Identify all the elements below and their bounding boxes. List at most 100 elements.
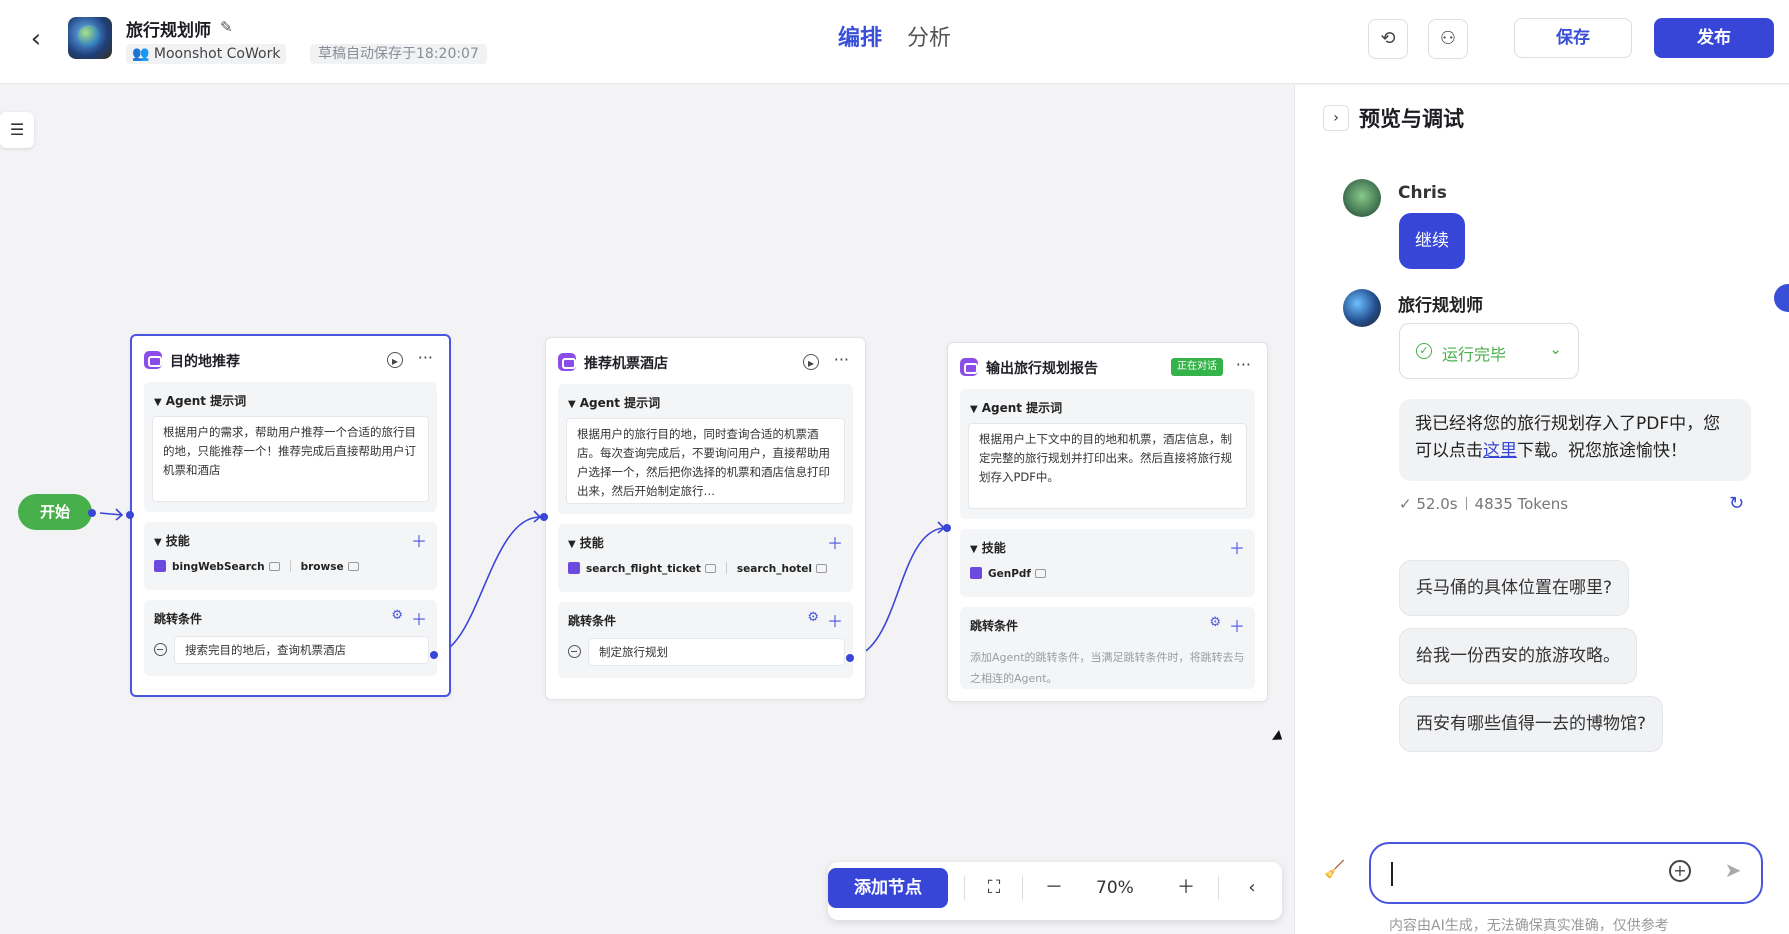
suggestion-chip[interactable]: 给我一份西安的旅游攻略。 [1399, 628, 1637, 684]
add-condition-button[interactable]: ＋ [411, 606, 427, 630]
node2-input-port[interactable] [540, 513, 548, 521]
remove-condition-icon[interactable] [568, 645, 581, 658]
more-icon[interactable]: ··· [834, 350, 849, 369]
edge-start-node1 [99, 512, 123, 516]
autosave-status: 草稿自动保存于18:20:07 [310, 44, 487, 64]
skills-section: ▼ 技能 ＋ GenPdf [960, 529, 1255, 597]
skills-section-title[interactable]: ▼ 技能 [970, 539, 1006, 556]
add-node-button[interactable]: 添加节点 [828, 868, 948, 908]
tab-analysis[interactable]: 分析 [907, 20, 951, 52]
skills-section-title[interactable]: ▼ 技能 [568, 534, 604, 551]
bot-message: 我已经将您的旅行规划存入了PDF中，您可以点击这里下载。祝您旅途愉快！ [1399, 399, 1751, 481]
publish-button[interactable]: 发布 [1654, 18, 1774, 58]
start-output-port[interactable] [88, 509, 96, 517]
add-condition-button[interactable]: ＋ [1229, 613, 1245, 637]
fit-view-button[interactable]: ⛶ [980, 874, 1008, 902]
prompt-section-title[interactable]: ▼ Agent 提示词 [154, 392, 246, 409]
skill-item[interactable]: search_flight_ticket [586, 563, 701, 575]
node1-output-port[interactable] [430, 651, 438, 659]
workspace-name: Moonshot CoWork [153, 46, 281, 62]
play-icon[interactable]: ▸ [803, 354, 819, 370]
collaborators-button[interactable]: ⚇ [1428, 19, 1468, 59]
collapse-icon: ‹ [1248, 877, 1256, 898]
download-link[interactable]: 这里 [1483, 441, 1517, 461]
node2-output-port[interactable] [846, 654, 854, 662]
prompt-section: ▼ Agent 提示词 根据用户上下文中的目的地和机票，酒店信息，制定完整的旅行规… [960, 389, 1255, 519]
node-header: 输出旅行规划报告 正在对话 ··· [960, 355, 1255, 379]
skill-item[interactable]: bingWebSearch [172, 561, 265, 573]
edit-icon[interactable]: ✎ [220, 18, 238, 36]
remove-condition-icon[interactable] [154, 643, 167, 656]
plus-icon: ＋ [1177, 877, 1195, 898]
skill-item[interactable]: browse [301, 561, 344, 573]
send-icon[interactable]: ➤ [1721, 858, 1745, 882]
more-icon[interactable]: ··· [418, 348, 433, 367]
skills-label: 技能 [165, 534, 190, 548]
add-condition-button[interactable]: ＋ [827, 608, 843, 632]
gear-icon[interactable]: ⚙ [1209, 615, 1221, 630]
tag-icon [815, 564, 827, 573]
edge-node1-node2 [435, 516, 541, 656]
bot-message-text: 下载。祝您旅途愉快！ [1517, 441, 1687, 461]
chevron-down-icon: ▼ [154, 537, 162, 548]
workflow-canvas[interactable]: ☰ 开始 目的地推荐 ▸ ··· ▼ Agent 提示词 根据用户的需求，帮助用户… [0, 85, 1294, 934]
agent-node-report[interactable]: 输出旅行规划报告 正在对话 ··· ▼ Agent 提示词 根据用户上下文中的目的… [947, 342, 1268, 702]
add-skill-button[interactable]: ＋ [1229, 535, 1245, 559]
run-status-label: 运行完毕 [1442, 345, 1507, 364]
fit-view-icon: ⛶ [987, 877, 1001, 898]
condition-input[interactable]: 搜索完目的地后，查询机票酒店 [174, 636, 429, 664]
suggestion-chip[interactable]: 西安有哪些值得一去的博物馆? [1399, 696, 1664, 752]
token-count: 4835 Tokens [1474, 495, 1569, 513]
zoom-out-button[interactable]: － [1040, 874, 1068, 902]
history-button[interactable]: ⟲ [1368, 19, 1408, 59]
skill-item[interactable]: search_hotel [737, 563, 812, 575]
divider [1465, 497, 1467, 510]
play-icon[interactable]: ▸ [387, 352, 403, 368]
skill-list: search_flight_ticket search_hotel [568, 562, 835, 575]
gear-icon[interactable]: ⚙ [391, 608, 403, 623]
collapse-button[interactable]: ‹ [1238, 874, 1266, 902]
tag-icon [704, 564, 716, 573]
run-status-dropdown[interactable]: ✓ 运行完毕 ⌄ [1399, 323, 1579, 379]
node3-input-port[interactable] [943, 524, 951, 532]
save-button[interactable]: 保存 [1514, 18, 1632, 58]
add-skill-button[interactable]: ＋ [411, 528, 427, 552]
tag-icon [268, 562, 280, 571]
prompt-section-title[interactable]: ▼ Agent 提示词 [970, 399, 1062, 416]
prompt-section-title[interactable]: ▼ Agent 提示词 [568, 394, 660, 411]
prompt-section: ▼ Agent 提示词 根据用户的需求，帮助用户推荐一个合适的旅行目的地，只能推荐… [144, 382, 437, 512]
skills-label: 技能 [579, 536, 604, 550]
chat-input[interactable]: + ➤ [1369, 842, 1763, 904]
prompt-text[interactable]: 根据用户的需求，帮助用户推荐一个合适的旅行目的地，只能推荐一个！推荐完成后直接帮… [152, 416, 429, 502]
gear-icon[interactable]: ⚙ [807, 610, 819, 625]
start-node[interactable]: 开始 [18, 494, 92, 530]
node1-input-port[interactable] [126, 511, 134, 519]
skills-section-title[interactable]: ▼ 技能 [154, 532, 190, 549]
node-list-toggle[interactable]: ☰ [0, 112, 34, 148]
collapse-panel-button[interactable]: › [1323, 105, 1349, 131]
add-skill-button[interactable]: ＋ [827, 530, 843, 554]
chevron-left-icon: ‹ [30, 24, 42, 54]
node-title: 目的地推荐 [170, 354, 240, 370]
users-icon: 👥 [132, 46, 150, 62]
regenerate-icon[interactable]: ↻ [1729, 493, 1744, 514]
list-icon: ☰ [9, 120, 25, 139]
back-button[interactable]: ‹ [24, 24, 48, 54]
prompt-text[interactable]: 根据用户的旅行目的地，同时查询合适的机票酒店。每次查询完成后，不要询问用户，直接… [566, 418, 845, 504]
prompt-label: Agent 提示词 [981, 401, 1063, 415]
divider [964, 876, 965, 900]
more-icon[interactable]: ··· [1236, 355, 1251, 374]
agent-node-destination[interactable]: 目的地推荐 ▸ ··· ▼ Agent 提示词 根据用户的需求，帮助用户推荐一个合… [130, 334, 451, 697]
workspace-badge: 👥 Moonshot CoWork [126, 44, 287, 64]
tab-orchestrate[interactable]: 编排 [838, 20, 882, 52]
skills-section: ▼ 技能 ＋ bingWebSearch browse [144, 522, 437, 590]
prompt-text[interactable]: 根据用户上下文中的目的地和机票，酒店信息，制定完整的旅行规划并打印出来。然后直接… [968, 423, 1247, 509]
zoom-in-button[interactable]: ＋ [1172, 874, 1200, 902]
attach-plus-icon[interactable]: + [1669, 860, 1691, 882]
skill-item[interactable]: GenPdf [988, 568, 1031, 580]
clear-history-button[interactable]: 🧹 [1323, 860, 1347, 884]
ai-disclaimer: 内容由AI生成，无法确保真实准确，仅供参考 [1389, 918, 1669, 934]
agent-node-flight-hotel[interactable]: 推荐机票酒店 ▸ ··· ▼ Agent 提示词 根据用户的旅行目的地，同时查询合… [545, 337, 866, 700]
condition-input[interactable]: 制定旅行规划 [588, 638, 845, 666]
suggestion-chip[interactable]: 兵马俑的具体位置在哪里? [1399, 560, 1630, 616]
